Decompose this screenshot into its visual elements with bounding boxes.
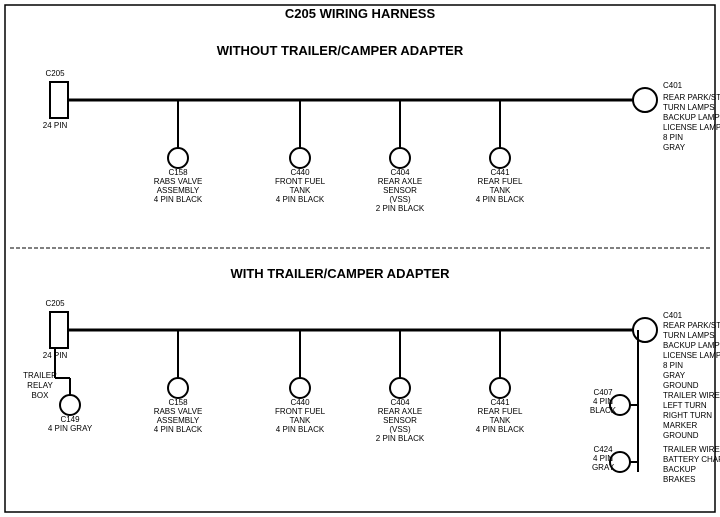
svg-text:BACKUP LAMPS: BACKUP LAMPS <box>663 113 720 122</box>
svg-text:WITH TRAILER/CAMPER ADAPTER: WITH TRAILER/CAMPER ADAPTER <box>230 266 450 281</box>
svg-text:LEFT TURN: LEFT TURN <box>663 401 707 410</box>
svg-text:RABS VALVE: RABS VALVE <box>154 407 203 416</box>
svg-text:TRAILER WIRES: TRAILER WIRES <box>663 445 720 454</box>
svg-text:REAR FUEL: REAR FUEL <box>478 177 523 186</box>
svg-text:REAR AXLE: REAR AXLE <box>378 177 422 186</box>
svg-text:LICENSE LAMPS: LICENSE LAMPS <box>663 351 720 360</box>
svg-text:24 PIN: 24 PIN <box>43 121 68 130</box>
svg-text:WITHOUT TRAILER/CAMPER ADAPTE: WITHOUT TRAILER/CAMPER ADAPTER <box>217 43 464 58</box>
svg-text:BLACK: BLACK <box>590 406 617 415</box>
svg-text:GRAY: GRAY <box>592 463 615 472</box>
svg-text:TANK: TANK <box>490 186 511 195</box>
svg-text:4 PIN BLACK: 4 PIN BLACK <box>476 195 525 204</box>
svg-text:C440: C440 <box>290 398 310 407</box>
svg-text:4 PIN: 4 PIN <box>593 454 613 463</box>
svg-text:RABS VALVE: RABS VALVE <box>154 177 203 186</box>
svg-text:(VSS): (VSS) <box>389 195 411 204</box>
svg-text:BACKUP: BACKUP <box>663 465 696 474</box>
svg-text:FRONT FUEL: FRONT FUEL <box>275 177 326 186</box>
svg-text:TANK: TANK <box>490 416 511 425</box>
svg-text:TRAILER: TRAILER <box>23 371 57 380</box>
svg-text:TANK: TANK <box>290 416 311 425</box>
svg-text:4 PIN BLACK: 4 PIN BLACK <box>276 195 325 204</box>
svg-text:GROUND: GROUND <box>663 381 699 390</box>
svg-text:TRAILER WIRES: TRAILER WIRES <box>663 391 720 400</box>
svg-text:C401: C401 <box>663 81 683 90</box>
svg-text:REAR AXLE: REAR AXLE <box>378 407 422 416</box>
svg-text:ASSEMBLY: ASSEMBLY <box>157 186 200 195</box>
svg-text:BACKUP LAMPS: BACKUP LAMPS <box>663 341 720 350</box>
svg-text:REAR PARK/STOP: REAR PARK/STOP <box>663 321 720 330</box>
svg-text:4 PIN BLACK: 4 PIN BLACK <box>154 195 203 204</box>
svg-text:C424: C424 <box>593 445 613 454</box>
svg-text:SENSOR: SENSOR <box>383 186 417 195</box>
svg-text:BATTERY CHARGE: BATTERY CHARGE <box>663 455 720 464</box>
svg-text:GROUND: GROUND <box>663 431 699 440</box>
svg-text:REAR PARK/STOP: REAR PARK/STOP <box>663 93 720 102</box>
svg-text:RELAY: RELAY <box>27 381 53 390</box>
svg-text:C158: C158 <box>168 398 188 407</box>
svg-text:4 PIN: 4 PIN <box>593 397 613 406</box>
svg-text:GRAY: GRAY <box>663 371 686 380</box>
svg-text:TURN LAMPS: TURN LAMPS <box>663 331 715 340</box>
svg-text:GRAY: GRAY <box>663 143 686 152</box>
svg-text:8 PIN: 8 PIN <box>663 361 683 370</box>
svg-text:C441: C441 <box>490 168 510 177</box>
svg-text:MARKER: MARKER <box>663 421 697 430</box>
svg-text:REAR FUEL: REAR FUEL <box>478 407 523 416</box>
svg-text:C205: C205 <box>45 299 65 308</box>
svg-text:C407: C407 <box>593 388 613 397</box>
svg-text:C441: C441 <box>490 398 510 407</box>
wiring-diagram: C205 WIRING HARNESS WITHOUT TRAILER/CAMP… <box>0 0 720 517</box>
svg-text:ASSEMBLY: ASSEMBLY <box>157 416 200 425</box>
svg-text:C440: C440 <box>290 168 310 177</box>
svg-text:C404: C404 <box>390 398 410 407</box>
svg-text:C158: C158 <box>168 168 188 177</box>
svg-text:TURN LAMPS: TURN LAMPS <box>663 103 715 112</box>
svg-text:C404: C404 <box>390 168 410 177</box>
svg-text:2 PIN BLACK: 2 PIN BLACK <box>376 204 425 213</box>
svg-text:BOX: BOX <box>32 391 50 400</box>
svg-text:C401: C401 <box>663 311 683 320</box>
svg-text:FRONT FUEL: FRONT FUEL <box>275 407 326 416</box>
svg-text:RIGHT TURN: RIGHT TURN <box>663 411 712 420</box>
svg-text:C205: C205 <box>45 69 65 78</box>
svg-text:(VSS): (VSS) <box>389 425 411 434</box>
svg-text:C205 WIRING HARNESS: C205 WIRING HARNESS <box>285 6 436 21</box>
svg-text:TANK: TANK <box>290 186 311 195</box>
svg-text:4 PIN BLACK: 4 PIN BLACK <box>276 425 325 434</box>
svg-text:SENSOR: SENSOR <box>383 416 417 425</box>
svg-text:4 PIN GRAY: 4 PIN GRAY <box>48 424 93 433</box>
svg-text:2 PIN BLACK: 2 PIN BLACK <box>376 434 425 443</box>
svg-text:LICENSE LAMPS: LICENSE LAMPS <box>663 123 720 132</box>
svg-text:8 PIN: 8 PIN <box>663 133 683 142</box>
svg-text:BRAKES: BRAKES <box>663 475 695 484</box>
svg-text:C149: C149 <box>60 415 80 424</box>
svg-text:4 PIN BLACK: 4 PIN BLACK <box>476 425 525 434</box>
svg-text:4 PIN BLACK: 4 PIN BLACK <box>154 425 203 434</box>
